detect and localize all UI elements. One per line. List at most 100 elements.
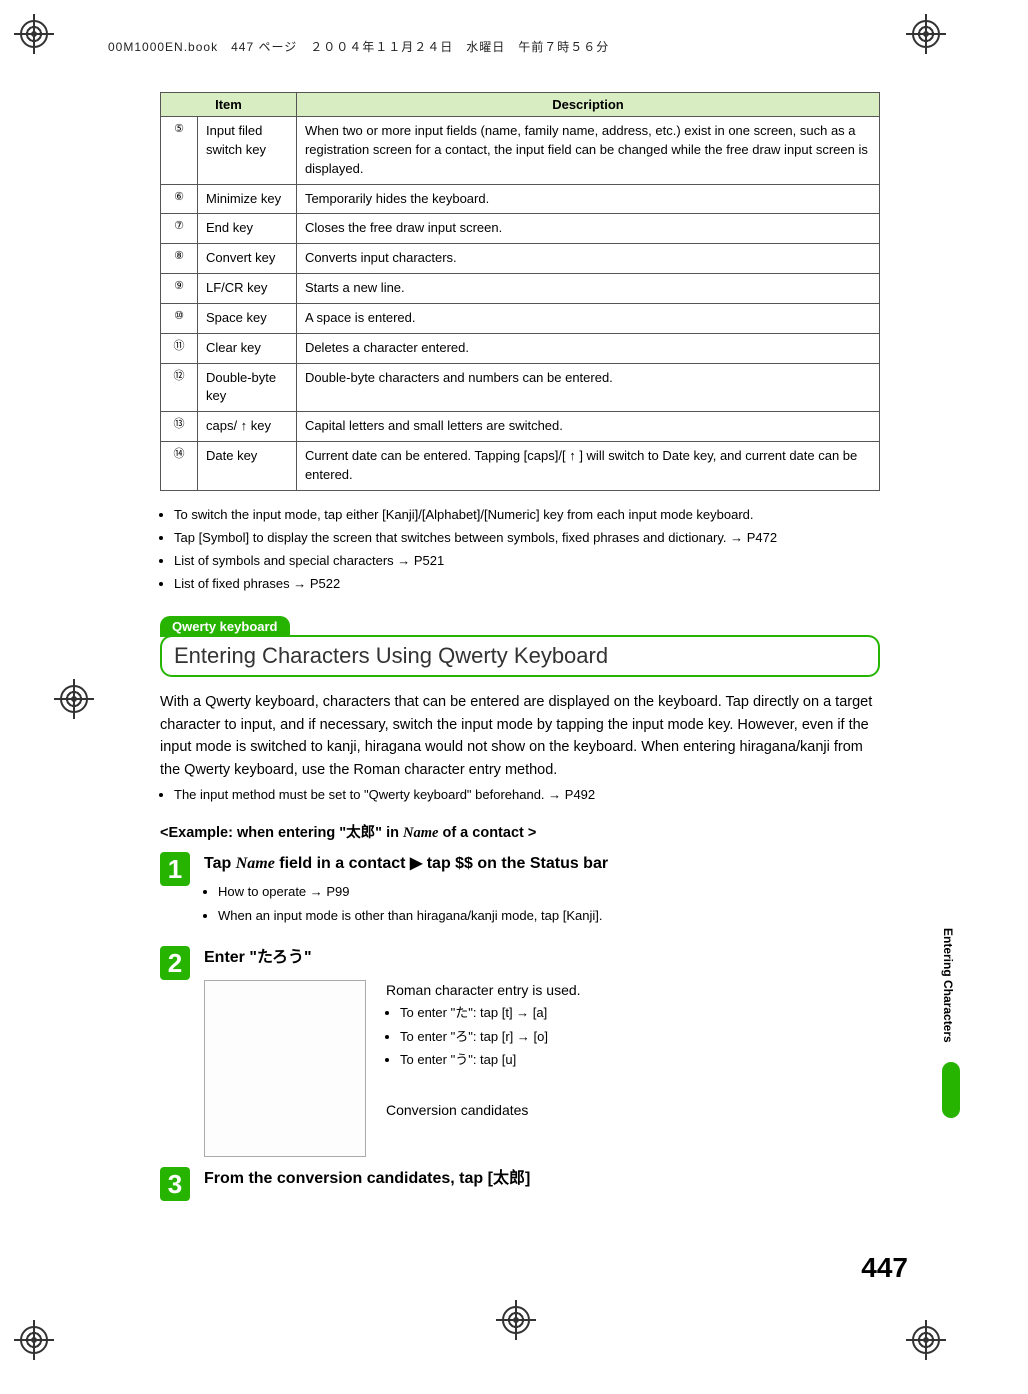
s2-post: ": [304, 949, 312, 966]
table-row: ⑥Minimize keyTemporarily hides the keybo…: [161, 184, 880, 214]
row-item: Clear key: [198, 333, 297, 363]
table-row: ⑩Space keyA space is entered.: [161, 303, 880, 333]
row-num: ⑬: [161, 412, 198, 442]
step-3: 3 From the conversion candidates, tap [太…: [160, 1167, 880, 1201]
s2-bullet: To enter "ろ": tap [r] → [o]: [400, 1027, 581, 1047]
example-mid: " in: [375, 825, 403, 841]
step-number: 3: [160, 1167, 190, 1201]
note-item: List of fixed phrases → P522: [174, 574, 880, 594]
row-desc: Deletes a character entered.: [296, 333, 879, 363]
step-2: 2 Enter "たろう" Roman character entry is u…: [160, 946, 880, 1157]
example-prefix: <Example: when entering ": [160, 825, 346, 841]
crop-mark-mb: [502, 1306, 530, 1334]
row-item: caps/ ↑ key: [198, 412, 297, 442]
header-weekday: 水曜日: [466, 40, 505, 54]
table-row: ⑤Input filed switch keyWhen two or more …: [161, 117, 880, 185]
s3-pre: From the conversion candidates, tap [: [204, 1170, 493, 1187]
step-1-bullet: When an input mode is other than hiragan…: [218, 906, 880, 926]
row-desc: A space is entered.: [296, 303, 879, 333]
page-content: Item Description ⑤Input filed switch key…: [160, 92, 880, 1211]
step-2-title: Enter "たろう": [204, 946, 880, 970]
row-desc: Capital letters and small letters are sw…: [296, 412, 879, 442]
notes-list: To switch the input mode, tap either [Ka…: [160, 505, 880, 595]
s2-bullet: To enter "う": tap [u]: [400, 1050, 581, 1070]
row-item: Minimize key: [198, 184, 297, 214]
table-row: ⑭Date keyCurrent date can be entered. Ta…: [161, 442, 880, 491]
s3-post: ]: [525, 1170, 530, 1187]
crop-mark-tl: [20, 20, 48, 48]
row-item: Double-byte key: [198, 363, 297, 412]
step-number: 1: [160, 852, 190, 886]
row-num: ⑥: [161, 184, 198, 214]
step-1-bullet: How to operate → P99: [218, 882, 880, 902]
row-desc: Current date can be entered. Tapping [ca…: [296, 442, 879, 491]
s2-pre: Enter ": [204, 949, 257, 966]
row-num: ⑩: [161, 303, 198, 333]
header-date: ２００４年１１月２４日: [310, 40, 453, 54]
note-item: To switch the input mode, tap either [Ka…: [174, 505, 880, 525]
row-desc: Closes the free draw input screen.: [296, 214, 879, 244]
table-row: ⑦End keyCloses the free draw input scree…: [161, 214, 880, 244]
crop-mark-ml: [60, 685, 88, 713]
row-desc: Double-byte characters and numbers can b…: [296, 363, 879, 412]
row-desc: When two or more input fields (name, fam…: [296, 117, 879, 185]
side-tab-label: Entering Characters: [938, 920, 958, 1051]
s1-post: tap $$ on the Status bar: [422, 855, 608, 872]
row-item: Space key: [198, 303, 297, 333]
th-item: Item: [161, 93, 297, 117]
row-num: ⑪: [161, 333, 198, 363]
example-heading: <Example: when entering "太郎" in Name of …: [160, 821, 880, 842]
header-page: 447 ページ: [231, 40, 297, 54]
row-item: Convert key: [198, 244, 297, 274]
step-1: 1 Tap Name field in a contact ▶ tap $$ o…: [160, 852, 880, 935]
key-description-table: Item Description ⑤Input filed switch key…: [160, 92, 880, 491]
example-suffix: of a contact >: [438, 825, 536, 841]
page-number: 447: [861, 1252, 908, 1284]
row-desc: Temporarily hides the keyboard.: [296, 184, 879, 214]
note-item: Tap [Symbol] to display the screen that …: [174, 528, 880, 548]
side-tab-indicator: [942, 1062, 960, 1118]
s2-intro: Roman character entry is used.: [386, 980, 581, 1002]
section-title: Entering Characters Using Qwerty Keyboar…: [162, 637, 878, 675]
step-number: 2: [160, 946, 190, 980]
header-filename: 00M1000EN.book: [108, 40, 218, 54]
triangle-icon: ▶: [410, 855, 422, 872]
row-num: ⑨: [161, 274, 198, 304]
print-header: 00M1000EN.book 447 ページ ２００４年１１月２４日 水曜日 午…: [108, 38, 609, 55]
s2-kana: たろう: [257, 949, 304, 966]
example-kanji: 太郎: [346, 825, 375, 841]
row-num: ⑫: [161, 363, 198, 412]
s1-pre: Tap: [204, 855, 236, 872]
row-num: ⑦: [161, 214, 198, 244]
row-item: Date key: [198, 442, 297, 491]
row-item: Input filed switch key: [198, 117, 297, 185]
table-row: ⑬caps/ ↑ keyCapital letters and small le…: [161, 412, 880, 442]
section-title-bar: Entering Characters Using Qwerty Keyboar…: [160, 635, 880, 677]
crop-mark-tr: [912, 20, 940, 48]
row-num: ⑤: [161, 117, 198, 185]
table-row: ⑪Clear keyDeletes a character entered.: [161, 333, 880, 363]
row-desc: Converts input characters.: [296, 244, 879, 274]
row-num: ⑭: [161, 442, 198, 491]
crop-mark-bl: [20, 1326, 48, 1354]
screenshot-placeholder: [204, 980, 366, 1157]
row-item: End key: [198, 214, 297, 244]
s3-kanji: 太郎: [493, 1170, 525, 1187]
section-precondition: The input method must be set to "Qwerty …: [174, 785, 880, 805]
th-description: Description: [296, 93, 879, 117]
row-item: LF/CR key: [198, 274, 297, 304]
table-row: ⑧Convert keyConverts input characters.: [161, 244, 880, 274]
conversion-candidates-caption: Conversion candidates: [386, 1100, 581, 1122]
table-row: ⑨LF/CR keyStarts a new line.: [161, 274, 880, 304]
crop-mark-br: [912, 1326, 940, 1354]
step-3-title: From the conversion candidates, tap [太郎]: [204, 1167, 880, 1191]
section-pill: Qwerty keyboard: [160, 616, 290, 637]
s2-bullet: To enter "た": tap [t] → [a]: [400, 1003, 581, 1023]
row-num: ⑧: [161, 244, 198, 274]
section-header: Qwerty keyboard Entering Characters Usin…: [160, 616, 880, 677]
s1-mid: field in a contact: [275, 855, 410, 872]
step-1-title: Tap Name field in a contact ▶ tap $$ on …: [204, 852, 880, 876]
example-name-field: Name: [403, 825, 438, 841]
section-body: With a Qwerty keyboard, characters that …: [160, 691, 880, 781]
row-desc: Starts a new line.: [296, 274, 879, 304]
